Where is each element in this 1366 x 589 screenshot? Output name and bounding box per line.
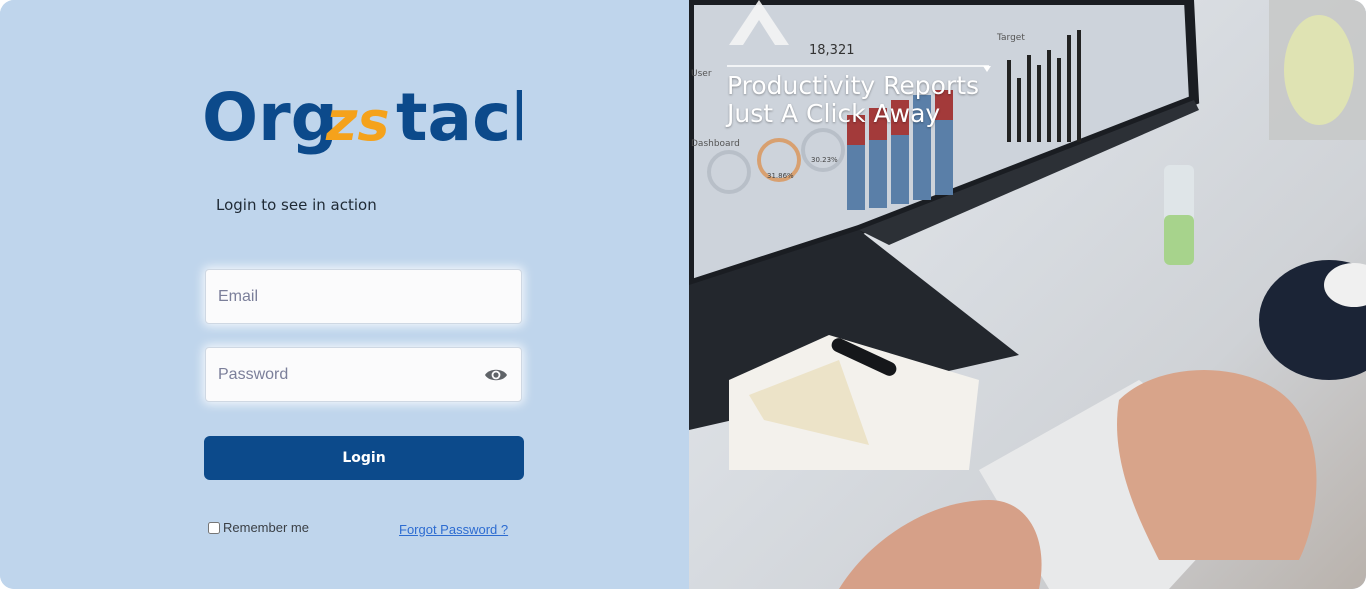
login-button[interactable]: Login [204,436,524,480]
screen-percent-1: 31.86% [767,172,794,180]
logo-text-tack: tack [396,86,522,156]
hero-headline-line1: Productivity Reports [727,71,980,100]
email-input[interactable] [206,270,521,323]
email-field-wrapper [205,269,522,324]
screen-label-user: User [691,69,712,79]
eye-icon[interactable] [484,365,508,385]
orgzstack-logo: Org zs tack [202,86,522,156]
password-field-wrapper [205,347,522,402]
hero-headline-line2: Just A Click Away [727,99,941,128]
remember-me-label: Remember me [223,520,309,535]
logo-text-zs: zs [325,90,390,153]
hero-headline: Productivity Reports Just A Click Away [727,72,979,128]
logo-text-org: Org [202,86,338,156]
hero-image: 18,321 User Dashboard Target 31.86% 30.2… [689,0,1366,589]
remember-me[interactable]: Remember me [208,520,309,535]
forgot-password-link[interactable]: Forgot Password ? [399,522,508,537]
screen-percent-2: 30.23% [811,156,838,164]
login-page: Org zs tack Login to see in action Login… [0,0,1366,589]
login-tagline: Login to see in action [216,196,377,214]
screen-label-dashboard: Dashboard [691,139,740,149]
login-panel: Org zs tack Login to see in action Login… [0,0,689,589]
screen-label-target: Target [996,33,1025,43]
password-input[interactable] [206,348,521,401]
screen-stat: 18,321 [809,43,855,58]
remember-me-checkbox[interactable] [208,521,220,534]
